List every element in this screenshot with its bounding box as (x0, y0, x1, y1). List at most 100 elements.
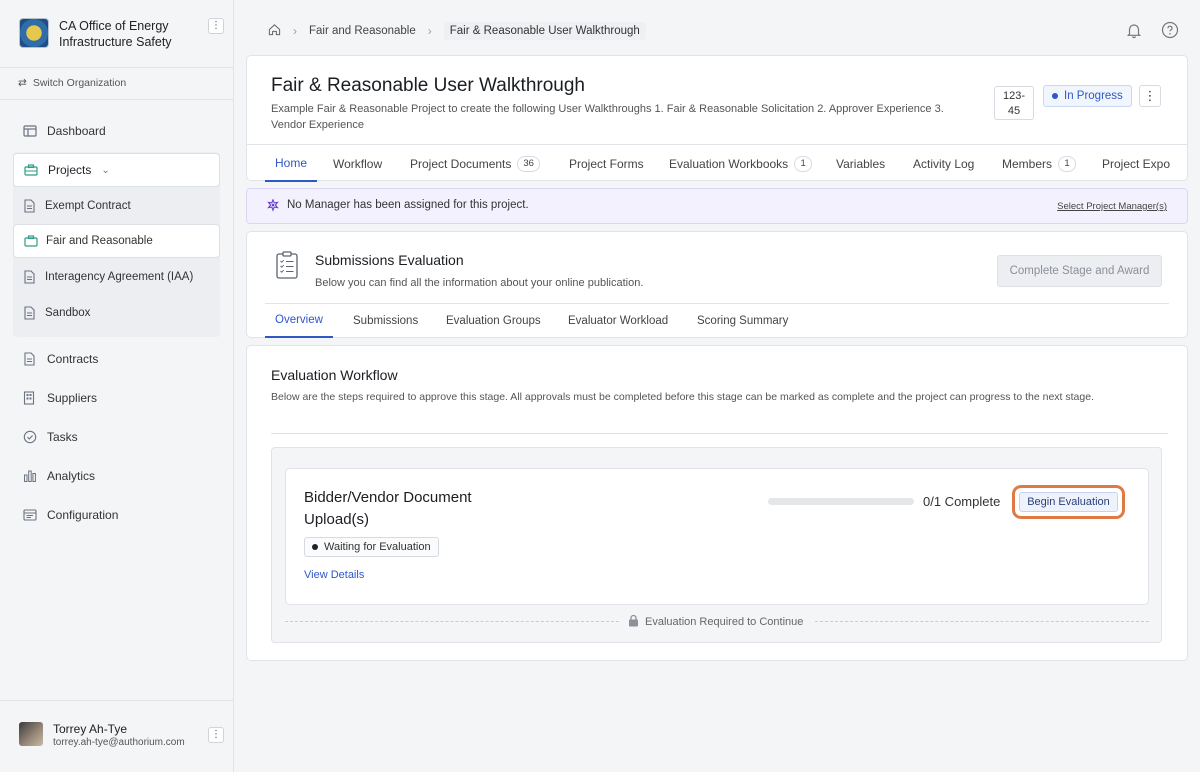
step-progress-bar (768, 498, 914, 505)
dashed-line (815, 621, 1149, 622)
project-description: Example Fair & Reasonable Project to cre… (271, 103, 944, 131)
project-id-line: 123- (1002, 90, 1026, 102)
evaluation-required-text: Evaluation Required to Continue (645, 616, 804, 628)
sidebar-item-configuration[interactable]: Configuration (13, 498, 220, 531)
tab-variables[interactable]: Variables (836, 145, 885, 182)
subtab-evaluator-workload[interactable]: Evaluator Workload (568, 304, 668, 338)
project-tabs: Home Workflow Project Documents 36 Projec… (246, 144, 1188, 182)
switch-icon: ⇄ (18, 77, 27, 89)
user-name: Torrey Ah-Tye (53, 722, 128, 736)
breadcrumb: › Fair and Reasonable › Fair & Reasonabl… (268, 20, 646, 41)
tab-project-documents[interactable]: Project Documents 36 (410, 145, 540, 182)
sidebar-item-label: Analytics (47, 468, 96, 483)
user-profile: Torrey Ah-Tye torrey.ah-tye@authorium.co… (0, 700, 233, 772)
lock-icon (628, 614, 639, 630)
chevron-right-icon: › (427, 23, 432, 38)
tab-members[interactable]: Members 1 (1002, 145, 1077, 182)
step-status-label: Waiting for Evaluation (324, 541, 431, 553)
sidebar-project-label: Sandbox (45, 307, 91, 319)
step-title: Bidder/Vendor Document Upload(s) (304, 489, 472, 528)
subtab-overview[interactable]: Overview (265, 304, 333, 338)
view-details-link[interactable]: View Details (304, 569, 364, 581)
sidebar-item-projects[interactable]: Projects ⌄ (13, 153, 220, 187)
org-menu-button[interactable]: ⋮ (208, 18, 224, 34)
sidebar-item-label: Suppliers (47, 390, 98, 405)
subtab-scoring-summary[interactable]: Scoring Summary (697, 304, 788, 338)
sidebar-item-label: Dashboard (47, 123, 106, 138)
sidebar-item-contracts[interactable]: Contracts (13, 342, 220, 375)
evaluation-required-notice: Evaluation Required to Continue (628, 614, 803, 630)
tab-activity-log[interactable]: Activity Log (913, 145, 974, 182)
workflow-title: Evaluation Workflow (271, 367, 398, 383)
tab-project-forms[interactable]: Project Forms (569, 145, 644, 182)
sidebar: CA Office of Energy Infrastructure Safet… (0, 0, 234, 772)
page-title: Fair & Reasonable User Walkthrough (271, 75, 585, 96)
progress-text: 0/1 Complete (923, 494, 1001, 509)
alert-text: No Manager has been assigned for this pr… (287, 199, 529, 211)
document-icon (23, 351, 37, 366)
breadcrumb-current: Fair & Reasonable User Walkthrough (443, 21, 646, 40)
org-logo (19, 18, 49, 48)
count-badge: 1 (794, 155, 813, 172)
briefcase-icon (24, 234, 38, 248)
step-status-badge: Waiting for Evaluation (304, 537, 439, 557)
sidebar-item-label: Contracts (47, 351, 99, 366)
sidebar-project-label: Exempt Contract (45, 200, 131, 212)
briefcase-icon (24, 163, 38, 177)
stage-subtitle: Below you can find all the information a… (315, 277, 644, 289)
sidebar-project-label: Interagency Agreement (IAA) (45, 271, 194, 283)
stage-title: Submissions Evaluation (315, 252, 464, 268)
status-label: In Progress (1064, 90, 1123, 102)
divider (271, 433, 1168, 434)
user-menu-button[interactable]: ⋮ (208, 727, 224, 743)
sidebar-project-sandbox[interactable]: Sandbox (13, 296, 220, 330)
status-badge: In Progress (1043, 85, 1132, 107)
sidebar-project-fair-and-reasonable[interactable]: Fair and Reasonable (13, 224, 220, 258)
select-project-manager-link[interactable]: Select Project Manager(s) (1057, 201, 1167, 212)
subtab-evaluation-groups[interactable]: Evaluation Groups (446, 304, 541, 338)
chevron-right-icon: › (293, 23, 297, 38)
status-dot-icon (312, 544, 318, 550)
tab-evaluation-workbooks[interactable]: Evaluation Workbooks 1 (669, 145, 813, 182)
workflow-description: Below are the steps required to approve … (271, 391, 1094, 403)
bell-icon[interactable] (1125, 21, 1143, 39)
count-badge: 36 (517, 155, 540, 172)
org-name: CA Office of Energy Infrastructure Safet… (59, 19, 172, 49)
file-icon (23, 270, 37, 284)
switch-organization-button[interactable]: ⇄ Switch Organization (18, 77, 126, 89)
sidebar-item-label: Projects (48, 163, 92, 177)
sidebar-project-label: Fair and Reasonable (46, 235, 153, 247)
stage-subtabs: Overview Submissions Evaluation Groups E… (265, 303, 1169, 338)
home-icon[interactable] (268, 23, 281, 39)
switch-organization-label: Switch Organization (32, 77, 127, 89)
tab-home[interactable]: Home (265, 145, 318, 182)
sidebar-item-analytics[interactable]: Analytics (13, 459, 220, 492)
sidebar-item-label: Configuration (47, 507, 119, 522)
manager-alert: No Manager has been assigned for this pr… (246, 188, 1188, 224)
org-header: CA Office of Energy Infrastructure Safet… (0, 0, 233, 68)
bar-chart-icon (23, 469, 37, 483)
breadcrumb-item[interactable]: Fair and Reasonable (309, 25, 416, 37)
sidebar-item-suppliers[interactable]: Suppliers (13, 381, 220, 414)
settings-panel-icon (23, 508, 37, 522)
help-icon[interactable] (1161, 21, 1179, 39)
status-dot-icon (1052, 93, 1058, 99)
begin-evaluation-button[interactable]: Begin Evaluation (1019, 492, 1118, 512)
tab-workflow[interactable]: Workflow (333, 145, 382, 182)
sparkle-icon (266, 198, 280, 213)
file-icon (23, 199, 37, 213)
tab-project-export[interactable]: Project Expo (1102, 145, 1170, 182)
sidebar-item-dashboard[interactable]: Dashboard (13, 114, 220, 147)
count-badge: 1 (1058, 155, 1077, 172)
subtab-submissions[interactable]: Submissions (353, 304, 418, 338)
sidebar-project-iaa[interactable]: Interagency Agreement (IAA) (13, 260, 220, 294)
dashboard-icon (23, 124, 37, 138)
sidebar-item-tasks[interactable]: Tasks (13, 420, 220, 453)
project-id: 123- 45 (994, 86, 1034, 120)
project-menu-button[interactable]: ⋮ (1139, 85, 1161, 107)
complete-stage-button[interactable]: Complete Stage and Award (997, 255, 1162, 287)
building-icon (23, 390, 37, 405)
sidebar-project-exempt-contract[interactable]: Exempt Contract (13, 189, 220, 223)
file-icon (23, 306, 37, 320)
clipboard-icon (275, 250, 299, 280)
